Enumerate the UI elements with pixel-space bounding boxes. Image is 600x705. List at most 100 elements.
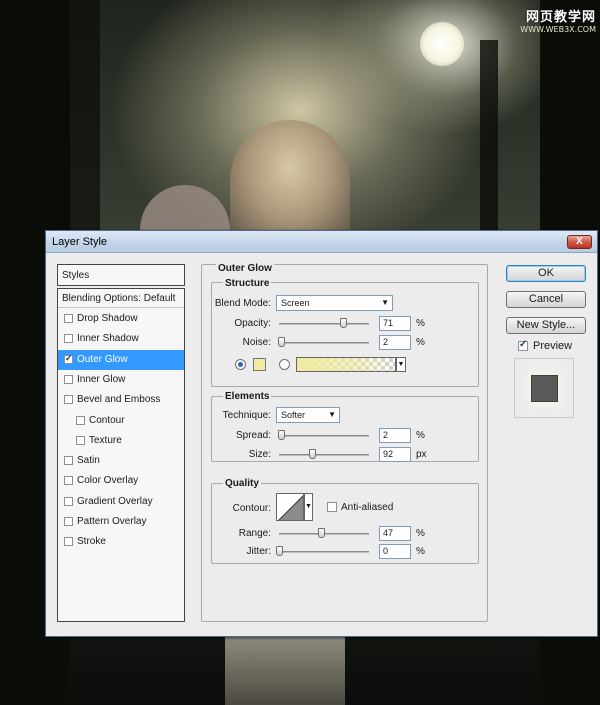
technique-label: Technique:: [222, 410, 271, 421]
anti-aliased-checkbox[interactable]: [327, 502, 337, 512]
preview-checkbox[interactable]: [518, 339, 528, 351]
size-slider-thumb[interactable]: [309, 449, 317, 459]
style-item-outer-glow[interactable]: Outer Glow: [58, 349, 184, 370]
styles-header[interactable]: Styles: [57, 264, 185, 286]
style-item-drop-shadow[interactable]: Drop Shadow: [58, 309, 184, 329]
style-item-checkbox[interactable]: [64, 456, 73, 466]
noise-slider-thumb[interactable]: [277, 337, 285, 347]
quality-title: Quality: [223, 478, 261, 489]
blend-mode-select[interactable]: Screen ▼: [276, 295, 393, 311]
contour-preview[interactable]: [276, 493, 304, 521]
technique-value: Softer: [281, 410, 306, 420]
size-input[interactable]: 92: [379, 447, 411, 462]
style-item-checkbox[interactable]: [64, 334, 73, 344]
style-item-label: Outer Glow: [77, 353, 128, 365]
range-value: 47: [383, 528, 394, 538]
noise-value: 2: [383, 337, 389, 347]
style-item-label: Texture: [89, 434, 122, 446]
spread-slider-thumb[interactable]: [277, 430, 285, 440]
style-item-checkbox[interactable]: [64, 476, 73, 486]
style-item-checkbox[interactable]: [64, 517, 73, 526]
chevron-down-icon: ▼: [305, 503, 312, 510]
structure-title: Structure: [223, 278, 272, 289]
range-slider-thumb[interactable]: [318, 528, 326, 538]
gradient-radio[interactable]: [279, 359, 290, 370]
style-item-label: Inner Shadow: [77, 333, 139, 345]
cancel-button[interactable]: Cancel: [506, 291, 586, 308]
blend-mode-label: Blend Mode:: [214, 298, 271, 309]
chevron-down-icon: ▼: [328, 410, 336, 419]
title-bar[interactable]: Layer Style X: [46, 231, 597, 253]
style-item-pattern-overlay[interactable]: Pattern Overlay: [58, 512, 184, 532]
glowing-orb: [420, 22, 464, 66]
new-style-button[interactable]: New Style...: [506, 317, 586, 334]
styles-list: Blending Options: Default Drop Shadow Inn…: [57, 288, 185, 622]
jitter-input[interactable]: 0: [379, 544, 411, 559]
style-item-inner-glow[interactable]: Inner Glow: [58, 370, 184, 390]
range-input[interactable]: 47: [379, 526, 411, 541]
glow-gradient-swatch[interactable]: [296, 357, 396, 372]
jitter-slider-thumb[interactable]: [276, 546, 283, 556]
spread-value: 2: [383, 430, 389, 440]
style-item-checkbox[interactable]: [64, 374, 73, 384]
watermark-site: 网页教学网: [525, 10, 596, 25]
technique-select[interactable]: Softer ▼: [276, 407, 340, 423]
style-item-label: Drop Shadow: [77, 313, 138, 324]
style-item-stroke[interactable]: Stroke: [58, 532, 184, 552]
style-item-checkbox[interactable]: [76, 435, 85, 445]
noise-input[interactable]: 2: [379, 335, 411, 350]
styles-header-label: Styles: [62, 270, 90, 281]
noise-slider-track[interactable]: [279, 342, 369, 344]
opacity-label: Opacity:: [234, 318, 271, 329]
style-item-inner-shadow[interactable]: Inner Shadow: [58, 329, 184, 349]
style-preview: [514, 358, 574, 418]
solid-color-radio[interactable]: [235, 359, 246, 370]
style-item-contour[interactable]: Contour: [58, 411, 184, 431]
style-item-texture[interactable]: Texture: [58, 431, 184, 451]
panel-title: Outer Glow: [216, 263, 274, 274]
contour-label: Contour:: [232, 503, 271, 514]
jitter-slider-track[interactable]: [279, 551, 369, 553]
style-item-bevel-and-emboss[interactable]: Bevel and Emboss: [58, 390, 184, 410]
hooded-figure: [230, 120, 350, 240]
tree-silhouette: [60, 0, 100, 240]
contour-curve-icon: [278, 495, 303, 520]
gradient-dropdown-button[interactable]: ▼: [396, 357, 406, 372]
style-item-satin[interactable]: Satin: [58, 451, 184, 471]
style-item-color-overlay[interactable]: Color Overlay: [58, 471, 184, 491]
tree-silhouette: [480, 40, 498, 240]
glow-color-swatch[interactable]: [253, 358, 266, 371]
ok-button[interactable]: OK: [506, 265, 586, 282]
opacity-input[interactable]: 71: [379, 316, 411, 331]
style-item-gradient-overlay[interactable]: Gradient Overlay: [58, 492, 184, 512]
size-label: Size:: [248, 449, 271, 460]
style-item-label: Stroke: [77, 536, 106, 548]
spread-label: Spread:: [235, 430, 271, 441]
style-item-checkbox[interactable]: [64, 537, 73, 547]
opacity-value: 71: [383, 318, 394, 328]
size-value: 92: [383, 449, 394, 459]
dialog-title: Layer Style: [52, 236, 108, 248]
jitter-label: Jitter:: [246, 546, 271, 557]
watermark: 网页教学网 WWW.WEB3X.COM: [520, 6, 596, 34]
chevron-down-icon: ▼: [381, 298, 389, 307]
angel-wing: [140, 185, 230, 235]
blending-options-item[interactable]: Blending Options: Default: [58, 289, 184, 308]
style-item-label: Satin: [77, 455, 100, 467]
style-item-checkbox[interactable]: [64, 395, 73, 405]
close-button[interactable]: X: [567, 235, 592, 249]
style-item-label: Contour: [89, 414, 125, 426]
spread-slider-track[interactable]: [279, 435, 369, 437]
style-item-checkbox[interactable]: [64, 314, 73, 323]
anti-aliased-label: Anti-aliased: [341, 502, 394, 513]
style-item-checkbox[interactable]: [64, 353, 73, 364]
spread-input[interactable]: 2: [379, 428, 411, 443]
style-item-label: Bevel and Emboss: [77, 394, 161, 406]
size-slider-track[interactable]: [279, 454, 369, 456]
contour-dropdown-button[interactable]: ▼: [304, 493, 313, 521]
opacity-slider-track[interactable]: [279, 323, 369, 325]
blending-options-label: Blending Options: Default: [62, 293, 176, 304]
style-item-checkbox[interactable]: [76, 415, 85, 425]
opacity-slider-thumb[interactable]: [339, 318, 347, 328]
style-item-checkbox[interactable]: [64, 496, 73, 506]
